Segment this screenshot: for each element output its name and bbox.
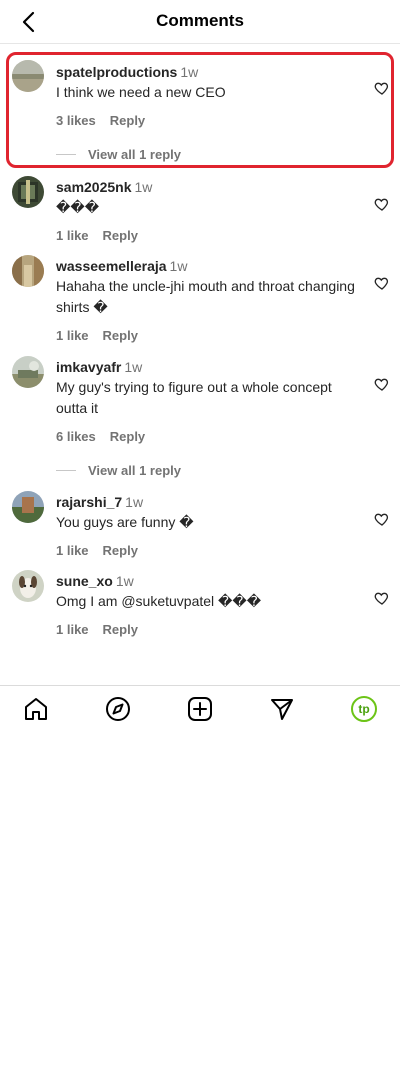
reply-button[interactable]: Reply: [110, 113, 145, 129]
comment-text: I think we need a new CEO: [56, 84, 226, 100]
replies-divider: [56, 154, 76, 155]
comment-username[interactable]: sam2025nk: [56, 179, 132, 195]
reply-button[interactable]: Reply: [110, 429, 145, 445]
likes-count[interactable]: 1 like: [56, 228, 89, 244]
comment-item: sune_xo 1w Omg I am @suketuvpatel ��� 1 l…: [0, 568, 400, 647]
profile-initials: tp: [358, 702, 370, 716]
comment-time: 1w: [169, 258, 188, 274]
heart-icon[interactable]: [374, 590, 390, 606]
explore-compass-icon[interactable]: [105, 696, 131, 722]
home-icon[interactable]: [23, 696, 49, 722]
comment-username[interactable]: rajarshi_7: [56, 494, 122, 510]
view-replies-button[interactable]: View all 1 reply: [56, 147, 360, 162]
direct-message-send-icon[interactable]: [269, 696, 295, 722]
comment-item: rajarshi_7 1w You guys are funny � 1 like…: [0, 489, 400, 568]
comment-time: 1w: [180, 64, 199, 80]
view-replies-label: View all 1 reply: [88, 147, 181, 162]
comment-username[interactable]: imkavyafr: [56, 359, 121, 375]
profile-avatar[interactable]: tp: [351, 696, 377, 722]
avatar[interactable]: [12, 60, 44, 92]
heart-icon[interactable]: [374, 376, 390, 392]
comment-time: 1w: [124, 359, 143, 375]
likes-count[interactable]: 3 likes: [56, 113, 96, 129]
avatar[interactable]: [12, 176, 44, 208]
comment-time: 1w: [115, 573, 134, 589]
view-replies-button[interactable]: View all 1 reply: [56, 463, 360, 478]
reply-button[interactable]: Reply: [103, 543, 138, 559]
avatar[interactable]: [12, 356, 44, 388]
replies-divider: [56, 470, 76, 471]
comment-username[interactable]: wasseemelleraja: [56, 258, 167, 274]
header: Comments: [0, 0, 400, 44]
page-title: Comments: [156, 11, 244, 30]
heart-icon[interactable]: [374, 275, 390, 291]
comment-item: imkavyafr 1w My guy's trying to figure ou…: [0, 354, 400, 489]
avatar[interactable]: [12, 570, 44, 602]
avatar[interactable]: [12, 491, 44, 523]
comment-text: ���: [56, 199, 100, 215]
comment-text: You guys are funny �: [56, 514, 194, 530]
comment-time: 1w: [125, 494, 144, 510]
comment-username[interactable]: spatelproductions: [56, 64, 177, 80]
avatar[interactable]: [12, 255, 44, 287]
comment-time: 1w: [134, 179, 153, 195]
comment-item: sam2025nk 1w ��� 1 like Reply: [0, 174, 400, 253]
comment-item: wasseemelleraja 1w Hahaha the uncle-jhi m…: [0, 253, 400, 354]
comment-text: Omg I am @suketuvpatel ���: [56, 593, 262, 609]
reply-button[interactable]: Reply: [103, 328, 138, 344]
likes-count[interactable]: 1 like: [56, 622, 89, 638]
comment-item: spatelproductions 1w I think we need a ne…: [0, 52, 400, 174]
bottom-nav: tp: [0, 685, 400, 731]
comments-list: spatelproductions 1w I think we need a ne…: [0, 52, 400, 647]
heart-icon[interactable]: [374, 80, 390, 96]
create-plus-icon[interactable]: [187, 696, 213, 722]
heart-icon[interactable]: [374, 511, 390, 527]
reply-button[interactable]: Reply: [103, 622, 138, 638]
reply-button[interactable]: Reply: [103, 228, 138, 244]
comment-username[interactable]: sune_xo: [56, 573, 113, 589]
likes-count[interactable]: 1 like: [56, 543, 89, 559]
comment-text: Hahaha the uncle-jhi mouth and throat ch…: [56, 278, 355, 315]
likes-count[interactable]: 1 like: [56, 328, 89, 344]
likes-count[interactable]: 6 likes: [56, 429, 96, 445]
comment-text: My guy's trying to figure out a whole co…: [56, 379, 332, 416]
heart-icon[interactable]: [374, 196, 390, 212]
view-replies-label: View all 1 reply: [88, 463, 181, 478]
